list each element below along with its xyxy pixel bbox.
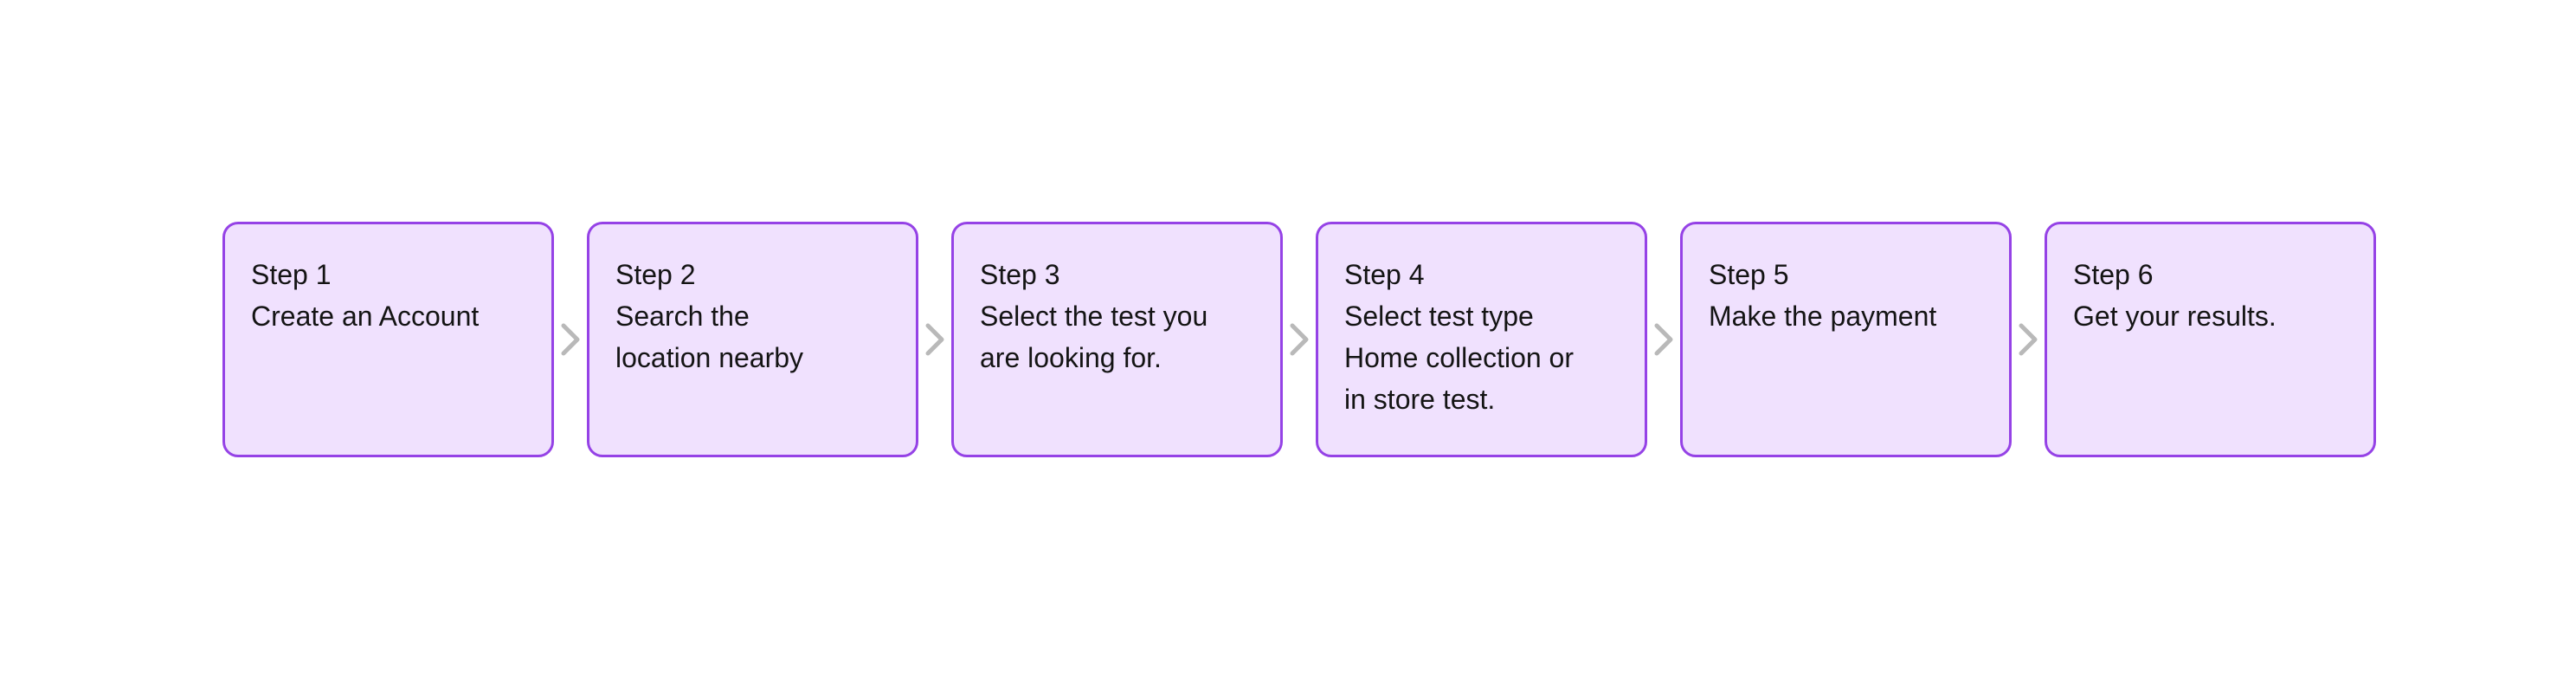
step-3-box: Step 3 Select the test you are looking f…	[951, 222, 1283, 457]
chevron-right-icon	[2013, 222, 2043, 457]
step-3-title: Step 3	[980, 259, 1060, 290]
step-4-description: Select test type Home collection or in s…	[1344, 301, 1574, 415]
step-5-box: Step 5 Make the payment	[1680, 222, 2012, 457]
step-6-title: Step 6	[2073, 259, 2154, 290]
step-1-title: Step 1	[251, 259, 332, 290]
step-6-box: Step 6 Get your results.	[2045, 222, 2376, 457]
step-6-description: Get your results.	[2073, 301, 2277, 332]
chevron-right-icon	[1649, 222, 1678, 457]
step-4-box: Step 4 Select test type Home collection …	[1316, 222, 1647, 457]
process-flow: Step 1 Create an Account Step 2 Search t…	[222, 222, 2376, 457]
step-1-description: Create an Account	[251, 301, 480, 332]
step-4-title: Step 4	[1344, 259, 1425, 290]
step-5-title: Step 5	[1709, 259, 1789, 290]
step-1-box: Step 1 Create an Account	[222, 222, 554, 457]
chevron-right-icon	[556, 222, 585, 457]
chevron-right-icon	[1285, 222, 1314, 457]
step-3-description: Select the test you are looking for.	[980, 301, 1208, 373]
step-2-box: Step 2 Search the location nearby	[587, 222, 918, 457]
step-2-title: Step 2	[615, 259, 696, 290]
step-2-description: Search the location nearby	[615, 301, 804, 373]
step-5-description: Make the payment	[1709, 301, 1937, 332]
chevron-right-icon	[920, 222, 950, 457]
